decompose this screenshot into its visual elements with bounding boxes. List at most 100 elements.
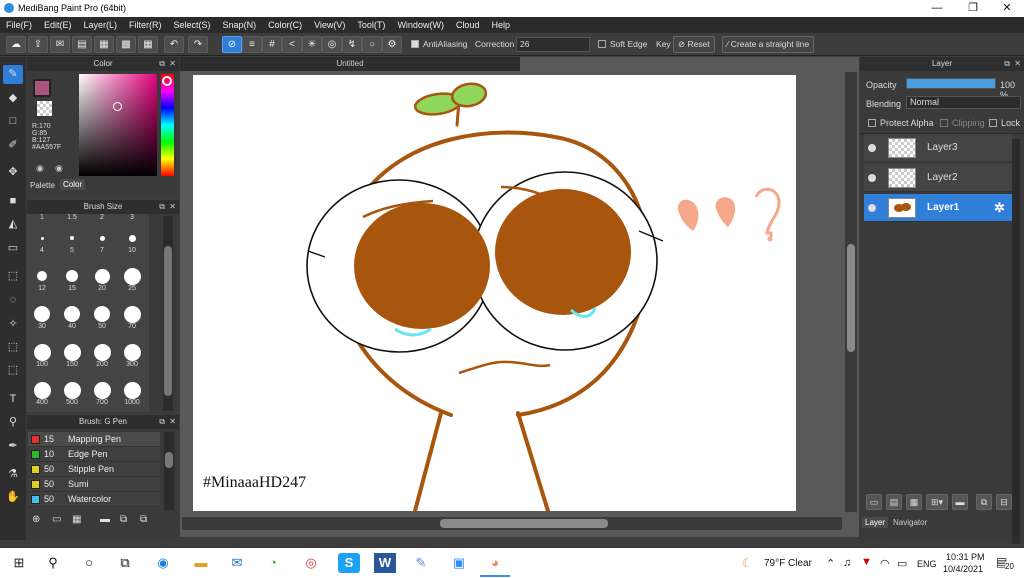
saturation-value-picker[interactable]: [79, 74, 157, 176]
grid-icon[interactable]: ▦: [138, 36, 158, 53]
canvas-paper[interactable]: #MinaaaHD247: [193, 75, 796, 513]
language-indicator[interactable]: ENG: [917, 559, 937, 569]
hue-slider[interactable]: [161, 74, 174, 176]
correction-select[interactable]: 26: [516, 37, 590, 52]
snap-curve-icon[interactable]: ↯: [342, 36, 362, 53]
new-brush-icon[interactable]: ▭: [52, 514, 61, 525]
weather-text[interactable]: 79°F Clear: [764, 558, 812, 569]
gradient-tool-icon[interactable]: ▭: [3, 239, 23, 258]
delete-icon[interactable]: ⧉: [140, 514, 147, 525]
brush-item[interactable]: 50 Sumi: [28, 477, 160, 492]
layer-row[interactable]: Layer2: [864, 164, 1012, 192]
brush-item[interactable]: 50 Stipple Pen: [28, 462, 160, 477]
chrome-icon[interactable]: ◎: [300, 553, 322, 573]
snap-circle-icon[interactable]: ○: [362, 36, 382, 53]
brush-size-scrollbar[interactable]: [163, 216, 173, 411]
menu-color[interactable]: Color(C): [262, 17, 308, 33]
eye-icon[interactable]: [868, 204, 876, 212]
rect-tool-icon[interactable]: □: [3, 112, 23, 131]
folder-icon[interactable]: ▬: [952, 494, 968, 510]
file-explorer-icon[interactable]: ▬: [190, 553, 212, 573]
select-eraser-icon[interactable]: ⬚: [3, 361, 23, 380]
add-brush-icon[interactable]: ⊕: [32, 514, 40, 525]
cloud-icon[interactable]: ☁: [6, 36, 26, 53]
battery-icon[interactable]: ▭: [897, 557, 907, 570]
redo-icon[interactable]: ↷: [188, 36, 208, 53]
brush-tool-icon[interactable]: ✎: [3, 65, 23, 84]
chevron-up-icon[interactable]: ⌃: [826, 557, 835, 570]
document-tab[interactable]: Untitled: [180, 57, 520, 71]
menu-tool[interactable]: Tool(T): [351, 17, 391, 33]
new-layer-icon[interactable]: ▭: [866, 494, 882, 510]
clock-time[interactable]: 10:31 PM: [946, 552, 985, 562]
menu-file[interactable]: File(F): [0, 17, 38, 33]
pen-tool-icon[interactable]: ✐: [3, 136, 23, 155]
wifi-icon[interactable]: ◠: [880, 557, 890, 570]
antialiasing-checkbox[interactable]: [411, 40, 419, 48]
divide-tool-icon[interactable]: ⚲: [3, 413, 23, 432]
magic-wand-icon[interactable]: ✧: [3, 315, 23, 334]
mail-icon[interactable]: ✉: [226, 553, 248, 573]
reset-button[interactable]: ⊘ Reset: [673, 36, 715, 53]
menu-window[interactable]: Window(W): [391, 17, 450, 33]
layer-settings-icon[interactable]: ✲: [994, 200, 1005, 216]
menu-filter[interactable]: Filter(R): [123, 17, 168, 33]
new-color-layer-icon[interactable]: ▤: [886, 494, 902, 510]
close-icon[interactable]: ✕: [169, 415, 176, 429]
brush-item[interactable]: 15 Mapping Pen: [28, 432, 160, 447]
close-icon[interactable]: ✕: [1014, 57, 1021, 71]
protect-alpha-checkbox[interactable]: [868, 119, 876, 127]
paint-app-icon[interactable]: ✎: [410, 553, 432, 573]
menu-edit[interactable]: Edit(E): [38, 17, 78, 33]
hand-tool-icon[interactable]: ✋: [3, 488, 23, 507]
app-icon-green[interactable]: ◔: [262, 553, 284, 573]
task-view-icon[interactable]: ⧉: [114, 553, 136, 573]
new-halftone-layer-icon[interactable]: ▦: [906, 494, 922, 510]
undo-icon[interactable]: ↶: [164, 36, 184, 53]
scroll-thumb[interactable]: [165, 452, 173, 468]
fill-rect-tool-icon[interactable]: ■: [3, 192, 23, 211]
merge-layer-icon[interactable]: ⊟: [996, 494, 1012, 510]
snap-settings-icon[interactable]: ⚙: [382, 36, 402, 53]
menu-select[interactable]: Select(S): [168, 17, 217, 33]
windows-start-icon[interactable]: ⊞: [8, 553, 30, 573]
clipping-checkbox[interactable]: [940, 119, 948, 127]
maximize-button[interactable]: ❐: [956, 0, 990, 17]
zoom-icon[interactable]: ▣: [448, 553, 470, 573]
layer-scrollbar[interactable]: [1012, 139, 1020, 544]
clock-date[interactable]: 10/4/2021: [943, 564, 983, 574]
minimize-button[interactable]: —: [920, 0, 954, 17]
tab-navigator[interactable]: Navigator: [893, 518, 927, 527]
lasso-tool-icon[interactable]: ◌: [3, 291, 23, 310]
canvas-vscroll[interactable]: [845, 72, 857, 512]
volume-icon[interactable]: ♫: [843, 557, 851, 569]
scroll-thumb[interactable]: [164, 246, 172, 396]
brush-menu-icon[interactable]: ▦: [72, 514, 81, 525]
search-icon[interactable]: ⚲: [42, 553, 64, 573]
tab-layer[interactable]: Layer: [862, 517, 889, 528]
medibang-taskbar-icon[interactable]: ◕: [484, 553, 506, 573]
snap-parallel-icon[interactable]: ≡: [242, 36, 262, 53]
transparent-color-swatch[interactable]: [37, 101, 52, 116]
folder-icon[interactable]: ▬: [100, 514, 110, 525]
soft-edge-checkbox[interactable]: [598, 40, 606, 48]
dropper-tool-icon[interactable]: ⚗: [3, 465, 23, 484]
select-tool-icon[interactable]: ⬚: [3, 267, 23, 286]
edge-icon[interactable]: ◉: [152, 553, 174, 573]
antivirus-icon[interactable]: ▼: [861, 556, 872, 568]
canvas-vscroll-thumb[interactable]: [847, 244, 855, 352]
panel-icon[interactable]: ▩: [116, 36, 136, 53]
canvas-hscroll[interactable]: [182, 517, 842, 530]
menu-cloud[interactable]: Cloud: [450, 17, 486, 33]
brush-list-scrollbar[interactable]: [164, 432, 174, 510]
skype-icon[interactable]: S: [338, 553, 360, 573]
snap-grid-icon[interactable]: #: [262, 36, 282, 53]
snap-concentric-icon[interactable]: ◎: [322, 36, 342, 53]
menu-view[interactable]: View(V): [308, 17, 351, 33]
page-icon[interactable]: ▦: [94, 36, 114, 53]
popout-icon[interactable]: ⧉: [159, 200, 165, 214]
lock-checkbox[interactable]: [989, 119, 997, 127]
select-pen-icon[interactable]: ⬚: [3, 338, 23, 357]
layer-row[interactable]: Layer3: [864, 134, 1012, 162]
add-color-icon[interactable]: ◉: [36, 163, 44, 174]
